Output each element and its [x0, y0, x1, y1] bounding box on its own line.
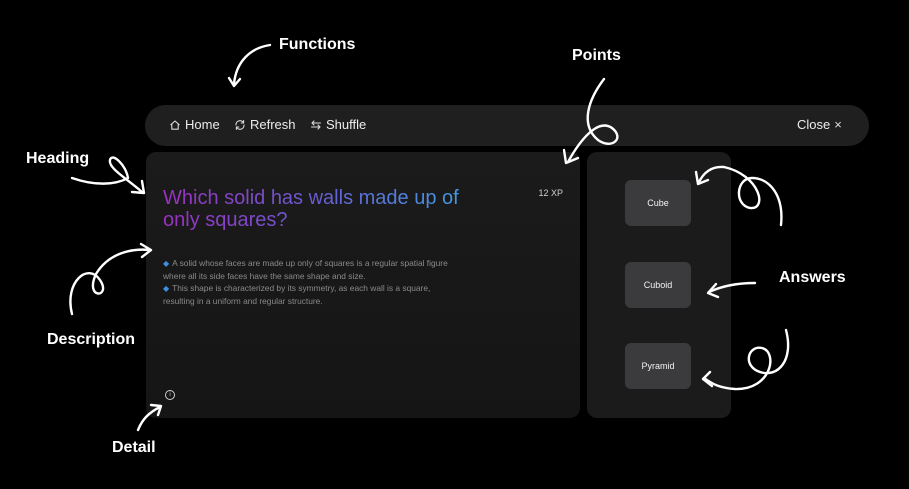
annotation-answers: Answers	[779, 269, 846, 286]
question-heading: Which solid has walls made up of only sq…	[163, 187, 493, 231]
description-item: ◆ This shape is characterized by its symm…	[163, 283, 431, 306]
shuffle-label: Shuffle	[326, 117, 367, 132]
annotation-detail: Detail	[112, 439, 156, 456]
shuffle-button[interactable]: Shuffle	[310, 117, 366, 132]
refresh-button[interactable]: Refresh	[234, 117, 296, 132]
answer-button-cube[interactable]: Cube	[625, 180, 691, 226]
annotation-heading: Heading	[26, 150, 90, 167]
answers-panel: Cube Cuboid Pyramid	[587, 152, 731, 418]
refresh-icon	[235, 119, 245, 130]
question-description: ◆ A solid whose faces are made up only of…	[163, 257, 458, 307]
home-icon	[170, 119, 180, 130]
answer-button-pyramid[interactable]: Pyramid	[625, 343, 691, 389]
functions-arrowhead	[227, 76, 242, 88]
answer-button-cuboid[interactable]: Cuboid	[625, 262, 691, 308]
description-item: ◆ A solid whose faces are made up only of…	[163, 258, 448, 281]
info-icon[interactable]: i	[165, 390, 175, 400]
refresh-label: Refresh	[250, 117, 296, 132]
shuffle-icon	[310, 119, 322, 130]
points-badge: 12 XP	[538, 188, 563, 198]
diamond-bullet-icon: ◆	[163, 259, 170, 268]
heading-arrowhead	[130, 179, 146, 195]
close-button[interactable]: Close ×	[797, 117, 842, 132]
close-label: Close	[797, 117, 831, 132]
functions-arrow	[232, 43, 272, 86]
home-label: Home	[185, 117, 220, 132]
close-icon: ×	[834, 117, 842, 132]
annotation-points: Points	[572, 47, 621, 64]
top-toolbar: Home Refresh Shuffle Close ×	[145, 105, 869, 146]
home-button[interactable]: Home	[169, 117, 220, 132]
diamond-bullet-icon: ◆	[163, 284, 170, 293]
annotation-functions: Functions	[279, 36, 356, 53]
annotation-description: Description	[47, 331, 136, 348]
question-card: Which solid has walls made up of only sq…	[146, 152, 580, 418]
description-arrow	[69, 248, 152, 316]
